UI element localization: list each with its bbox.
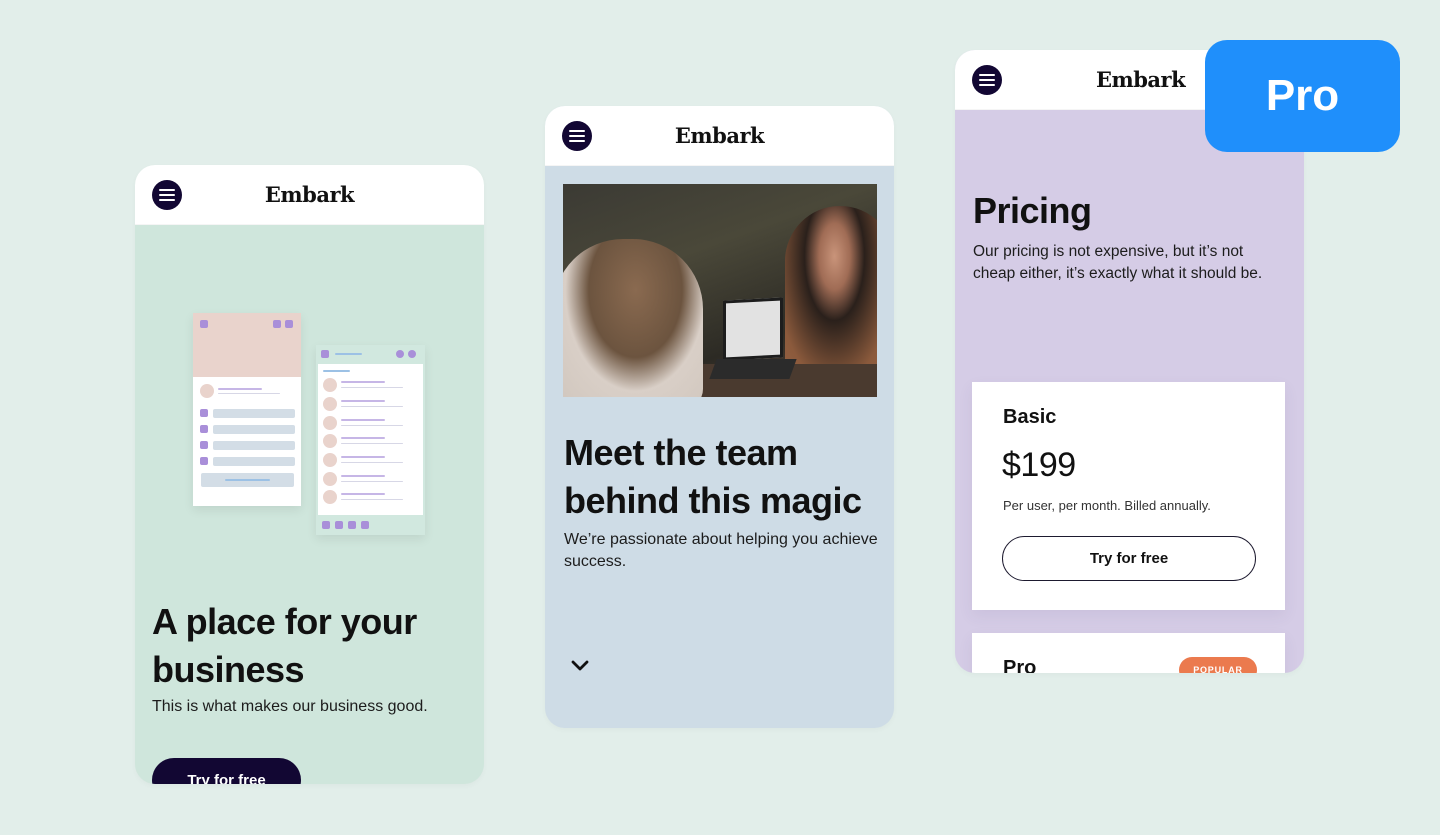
hero-headline: A place for your business [152, 601, 417, 690]
mobile-preview-team: Embark Meet the team behind this magic W… [545, 106, 894, 728]
hero-subtext: We’re passionate about helping you achie… [564, 531, 878, 570]
try-for-free-button[interactable]: Try for free [1002, 536, 1256, 581]
plan-name: Basic [1003, 406, 1057, 428]
phone-body: A place for your business This is what m… [135, 225, 484, 784]
plan-name: Pro [1003, 657, 1037, 673]
plan-billing-note: Per user, per month. Billed annually. [1003, 498, 1211, 513]
app-mockup-illustration [135, 225, 484, 535]
hero-headline: Meet the team behind this magic [564, 432, 862, 521]
hamburger-menu-icon[interactable] [152, 180, 182, 210]
pricing-headline: Pricing [973, 190, 1092, 231]
brand-logo: Embark [264, 182, 355, 207]
mockup-screen-list [316, 345, 425, 535]
chevron-down-icon[interactable] [569, 655, 591, 677]
plan-price: $199 [1002, 446, 1076, 484]
hamburger-menu-icon[interactable] [562, 121, 592, 151]
brand-logo: Embark [674, 123, 765, 148]
hamburger-menu-icon[interactable] [972, 65, 1002, 95]
pro-tag-badge: Pro [1205, 40, 1400, 152]
phone-header: Embark [135, 165, 484, 225]
pricing-subtext: Our pricing is not expensive, but it’s n… [973, 243, 1263, 282]
pricing-card-basic: Basic $199 Per user, per month. Billed a… [972, 382, 1285, 610]
team-meeting-photo [563, 184, 877, 397]
phone-header: Embark [545, 106, 894, 166]
pricing-card-pro: Pro POPULAR [972, 633, 1285, 673]
hero-subtext: This is what makes our business good. [152, 698, 428, 715]
try-for-free-button[interactable]: Try for free [152, 758, 301, 784]
mobile-preview-home: Embark A place for your business This is… [135, 165, 484, 784]
popular-badge: POPULAR [1179, 657, 1257, 673]
mockup-screen-profile [193, 313, 301, 506]
brand-logo: Embark [1096, 67, 1186, 92]
